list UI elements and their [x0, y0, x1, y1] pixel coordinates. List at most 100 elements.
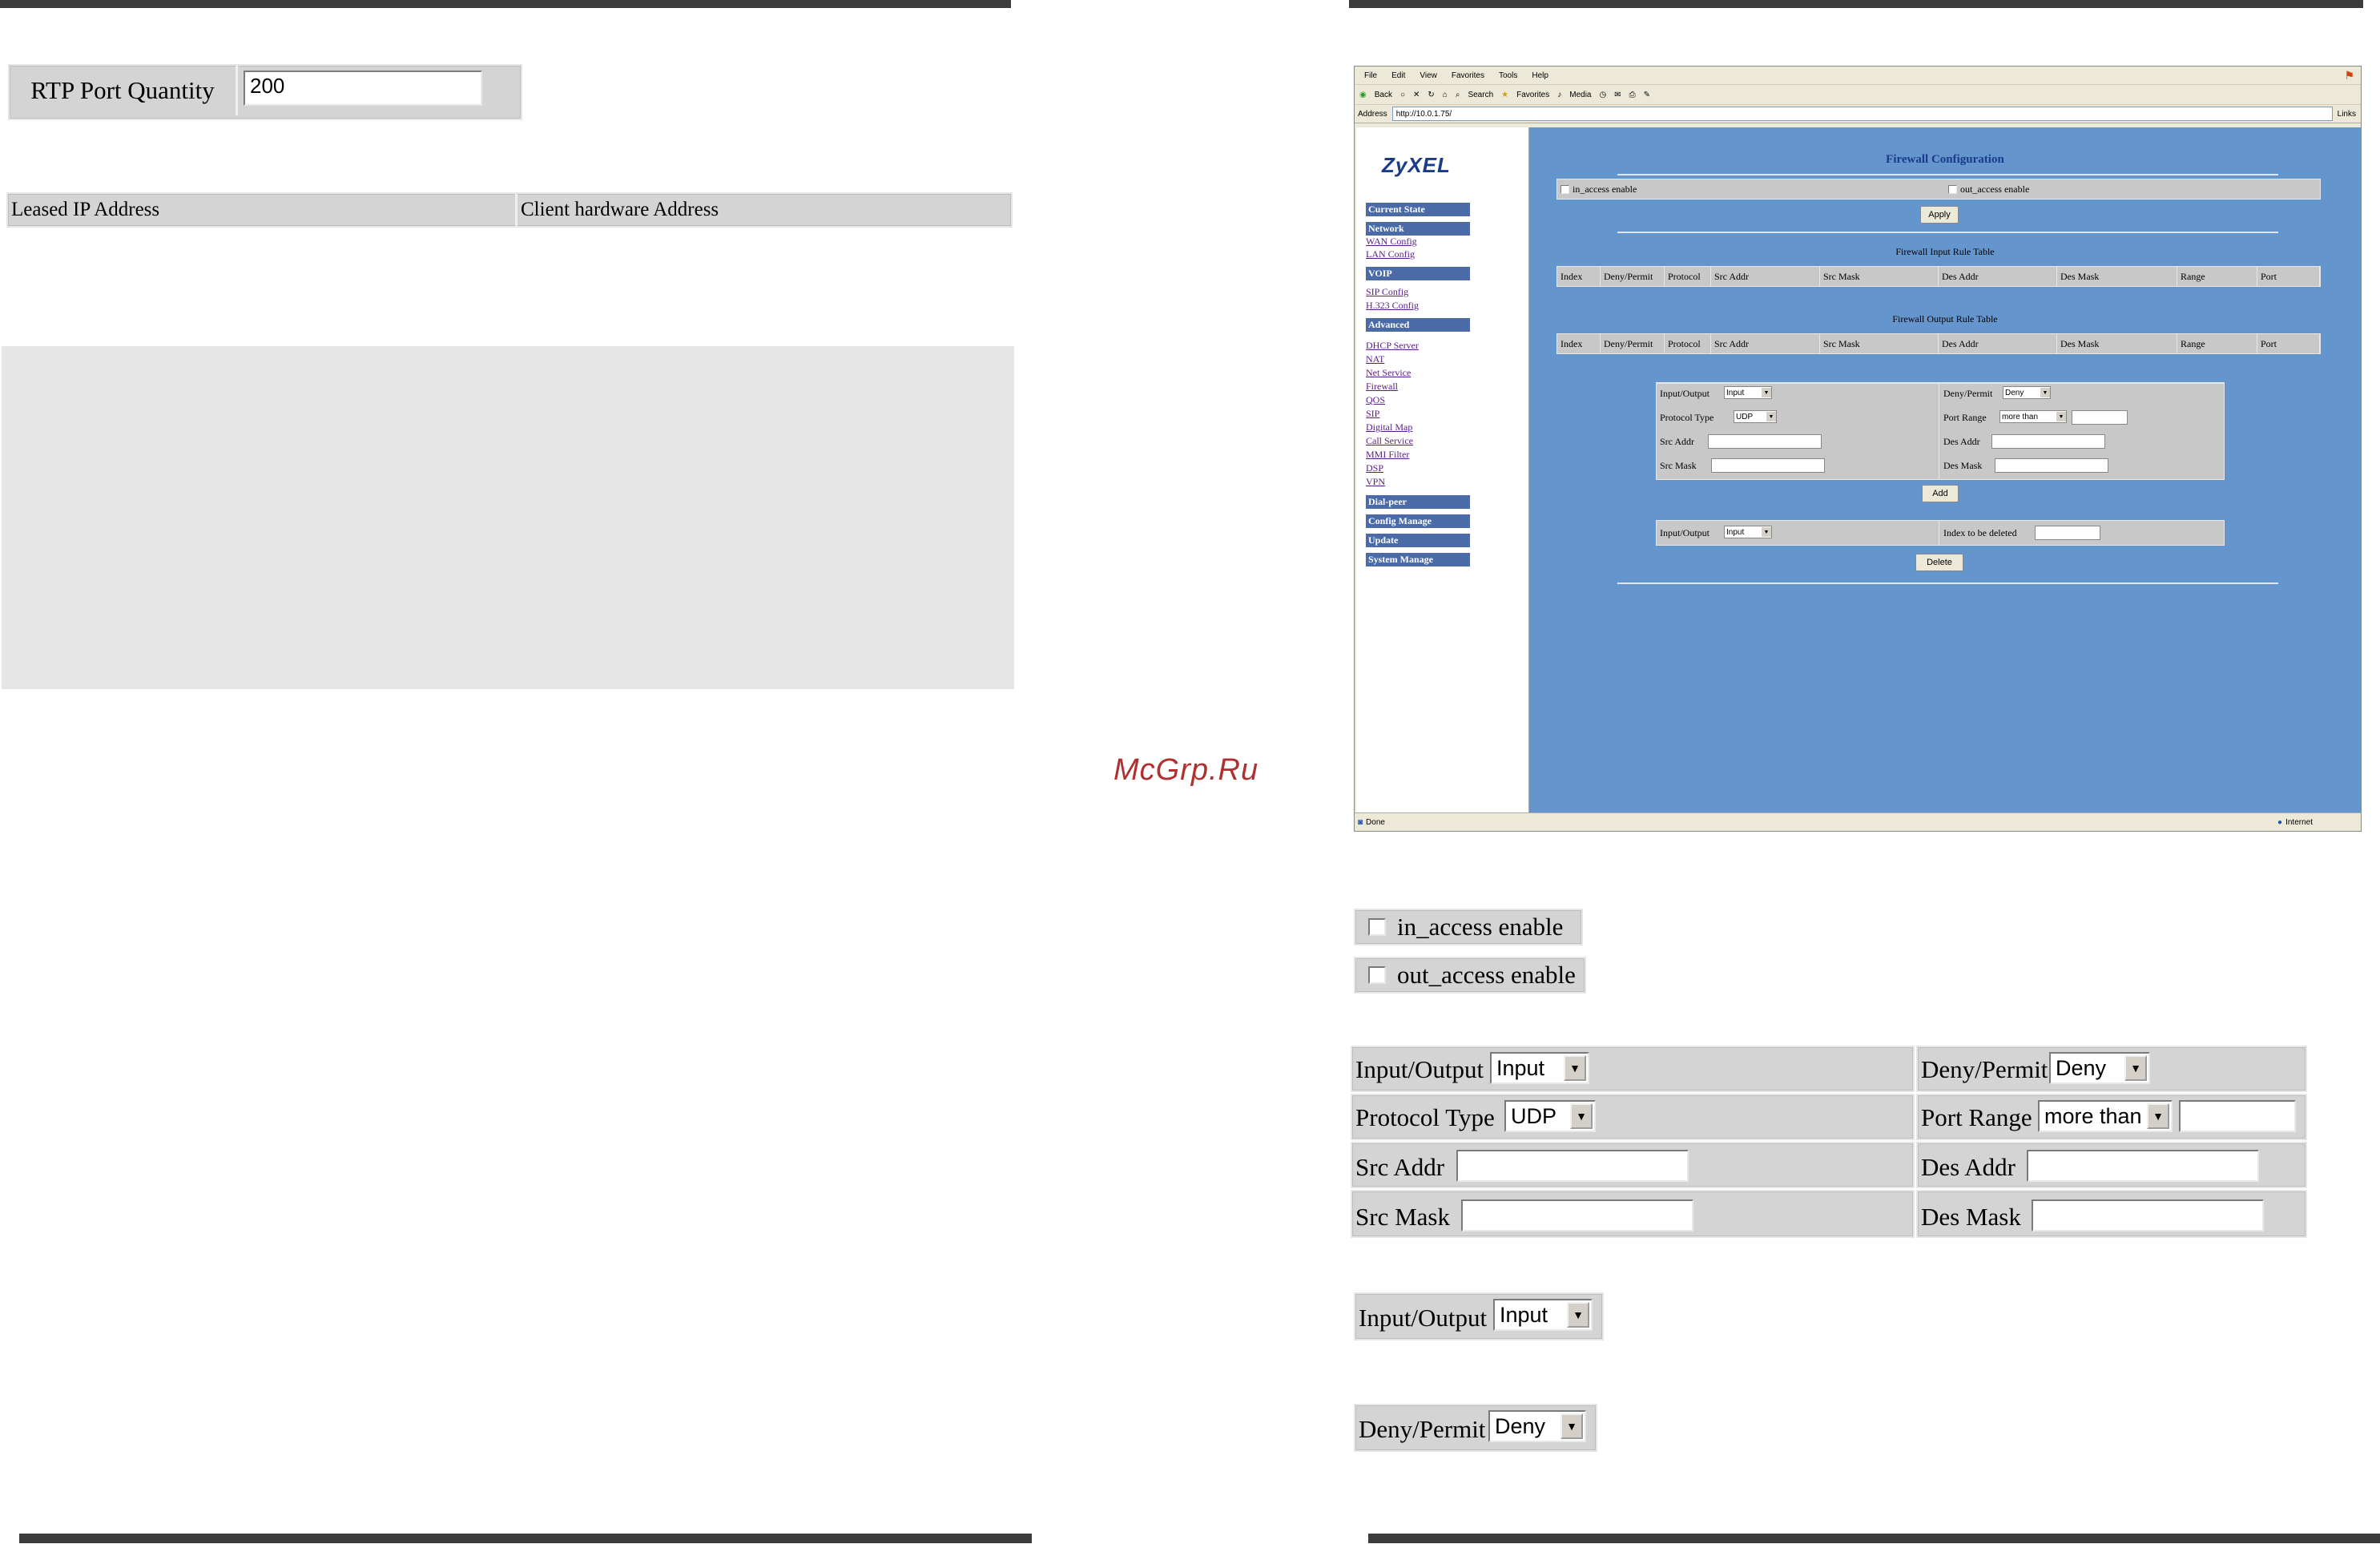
add-button[interactable]: Add [1922, 485, 1959, 502]
zoom-input-output-select[interactable]: Input ▼ [1490, 1052, 1589, 1084]
status-text: Done [1366, 817, 1385, 827]
form-protocol-type-select[interactable]: UDP ▼ [1734, 410, 1777, 423]
menu-file[interactable]: File [1364, 71, 1377, 80]
sidebar-item-nat[interactable]: NAT [1366, 353, 1384, 365]
menu-edit[interactable]: Edit [1391, 71, 1405, 80]
zoom-des-addr-label: Des Addr [1921, 1153, 2016, 1181]
input-rule-table-title: Firewall Input Rule Table [1895, 246, 1995, 257]
menu-view[interactable]: View [1420, 71, 1437, 80]
zoom-port-range-select[interactable]: more than ▼ [2038, 1100, 2173, 1132]
client-hardware-address-header: Client hardware Address [521, 199, 719, 220]
zoom-des-mask-input[interactable] [2032, 1199, 2264, 1232]
table-header-cell: Index [1557, 267, 1601, 286]
menu-favorites[interactable]: Favorites [1452, 71, 1484, 80]
divider [1617, 232, 2278, 233]
internet-zone-icon: ● [2277, 817, 2283, 827]
apply-button[interactable]: Apply [1920, 206, 1959, 224]
sidebar-item-config-manage[interactable]: Config Manage [1366, 514, 1470, 528]
delete-input-output-select[interactable]: Input ▼ [1724, 526, 1772, 538]
print-icon[interactable]: ⎙ [1629, 91, 1636, 99]
favorites-button[interactable]: Favorites [1516, 91, 1549, 99]
back-button[interactable]: Back [1375, 91, 1392, 99]
browser-menu-bar: File Edit View Favorites Tools Help ⚑ [1355, 67, 2361, 85]
sidebar-item-wan-config[interactable]: WAN Config [1366, 236, 1417, 248]
firewall-main-panel: Firewall Configuration in_access enable … [1529, 127, 2361, 813]
stop-icon[interactable]: ✕ [1413, 91, 1420, 99]
sidebar-item-current-state[interactable]: Current State [1366, 203, 1470, 216]
sidebar-item-lan-config[interactable]: LAN Config [1366, 248, 1415, 260]
index-to-delete-input[interactable] [2035, 526, 2100, 540]
history-icon[interactable]: ◷ [1599, 91, 1606, 99]
form-port-range-select[interactable]: more than ▼ [1999, 410, 2067, 423]
table-header-cell: Des Mask [2057, 267, 2177, 286]
zoom-in-access-row: in_access enable [1354, 909, 1583, 945]
media-button[interactable]: Media [1569, 91, 1591, 99]
mail-icon[interactable]: ✉ [1614, 91, 1621, 99]
sidebar-item-voip[interactable]: VOIP [1366, 267, 1470, 280]
sidebar-item-digital-map[interactable]: Digital Map [1366, 421, 1412, 433]
zoom-input-output-select-2[interactable]: Input ▼ [1493, 1299, 1593, 1331]
edit-icon[interactable]: ✎ [1644, 91, 1650, 99]
zoom-src-addr-input[interactable] [1456, 1150, 1689, 1182]
zoom-port-input[interactable] [2179, 1100, 2296, 1132]
sidebar-item-network[interactable]: Network [1366, 222, 1470, 236]
form-port-input[interactable] [2072, 410, 2128, 425]
refresh-icon[interactable]: ↻ [1428, 91, 1434, 99]
home-icon[interactable]: ⌂ [1443, 91, 1448, 99]
sidebar-item-sip[interactable]: SIP [1366, 408, 1379, 420]
out-access-checkbox[interactable] [1948, 185, 1957, 194]
page-bottom-bar-right [1368, 1534, 2380, 1543]
watermark-text: McGrp.Ru [1113, 753, 1259, 787]
form-des-addr-input[interactable] [1991, 434, 2105, 449]
sidebar-item-qos[interactable]: QOS [1366, 394, 1385, 406]
form-des-addr-label: Des Addr [1943, 436, 1980, 447]
sidebar-item-system-manage[interactable]: System Manage [1366, 553, 1470, 566]
sidebar-item-dhcp-server[interactable]: DHCP Server [1366, 340, 1419, 352]
rtp-port-quantity-input[interactable]: 200 [244, 71, 482, 106]
form-src-addr-label: Src Addr [1660, 436, 1694, 447]
sidebar-item-advanced[interactable]: Advanced [1366, 318, 1470, 332]
output-rule-table-title: Firewall Output Rule Table [1892, 313, 1998, 325]
links-label[interactable]: Links [2338, 110, 2356, 119]
zoom-deny-permit-select[interactable]: Deny ▼ [2049, 1052, 2150, 1084]
form-src-addr-input[interactable] [1708, 434, 1822, 449]
back-arrow-icon[interactable]: ◉ [1359, 91, 1367, 99]
sidebar-item-update[interactable]: Update [1366, 534, 1470, 547]
sidebar-item-dsp[interactable]: DSP [1366, 462, 1383, 474]
zoom-protocol-type-select[interactable]: UDP ▼ [1504, 1100, 1596, 1132]
sidebar-item-mmi-filter[interactable]: MMI Filter [1366, 449, 1409, 461]
table-header-cell: Protocol [1665, 334, 1711, 353]
dropdown-arrow-icon: ▼ [2124, 1055, 2147, 1081]
page-top-bar-right [1349, 0, 2363, 8]
sidebar-item-net-service[interactable]: Net Service [1366, 367, 1411, 379]
menu-tools[interactable]: Tools [1499, 71, 1517, 80]
zoom-src-mask-input[interactable] [1461, 1199, 1693, 1232]
sidebar-item-call-service[interactable]: Call Service [1366, 435, 1413, 447]
output-rule-table-header: Index Deny/Permit Protocol Src Addr Src Mask… [1556, 333, 2321, 354]
form-src-mask-input[interactable] [1711, 458, 1825, 473]
sidebar-item-sip-config[interactable]: SIP Config [1366, 286, 1408, 298]
forward-icon[interactable]: ○ [1400, 91, 1405, 99]
out-access-label: out_access enable [1960, 183, 2030, 195]
table-header-cell: Src Addr [1711, 334, 1820, 353]
zoom-deny-permit-select-2[interactable]: Deny ▼ [1488, 1410, 1586, 1442]
search-button[interactable]: Search [1468, 91, 1493, 99]
sidebar-item-firewall[interactable]: Firewall [1366, 381, 1398, 393]
sidebar-item-h-323-config[interactable]: H.323 Config [1366, 300, 1419, 312]
form-deny-permit-select[interactable]: Deny ▼ [2003, 386, 2051, 399]
address-label: Address [1358, 109, 1387, 119]
delete-button[interactable]: Delete [1915, 554, 1963, 571]
form-input-output-select[interactable]: Input ▼ [1724, 386, 1772, 399]
menu-help[interactable]: Help [1532, 71, 1548, 80]
table-header-cell: Port [2257, 267, 2320, 286]
form-src-mask-label: Src Mask [1660, 460, 1697, 471]
sidebar-item-dial-peer[interactable]: Dial-peer [1366, 495, 1470, 509]
zoom-in-access-checkbox[interactable] [1368, 918, 1386, 936]
form-des-mask-input[interactable] [1995, 458, 2108, 473]
zoom-out-access-checkbox[interactable] [1368, 966, 1386, 984]
url-input[interactable]: http://10.0.1.75/ [1391, 107, 2333, 121]
in-access-checkbox[interactable] [1560, 185, 1569, 194]
zoom-des-addr-input[interactable] [2027, 1150, 2259, 1182]
sidebar-item-vpn[interactable]: VPN [1366, 476, 1385, 488]
table-header-cell: Range [2177, 334, 2257, 353]
